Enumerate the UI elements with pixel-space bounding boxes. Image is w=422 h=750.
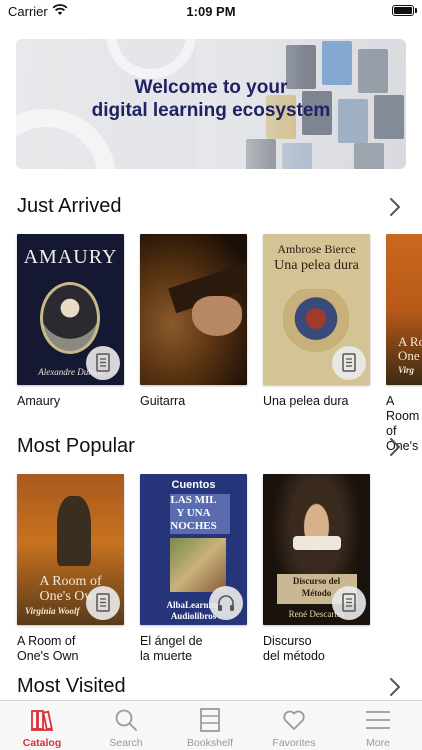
cover-author: Virginia Woolf <box>25 606 80 616</box>
cover-title-3: NOCHES <box>170 520 217 532</box>
book-cover[interactable]: A Room of One's Own Virginia Woolf <box>17 474 124 625</box>
tab-label: Favorites <box>272 737 316 749</box>
book-title-line-2: la muerte <box>140 649 193 663</box>
book-title-line-1: Discurso <box>263 634 312 648</box>
heart-icon <box>283 710 305 730</box>
book-card[interactable]: Guitarra <box>140 234 247 409</box>
cover-title: LAS MIL <box>170 494 217 506</box>
book-cover[interactable]: Ambrose Bierce Una pelea dura <box>263 234 370 385</box>
clock: 1:09 PM <box>186 4 236 19</box>
guitar-hand <box>192 296 242 336</box>
banner-line-1: Welcome to your <box>134 77 288 98</box>
book-title: Discurso del método <box>263 634 370 664</box>
banner-line-2: digital learning ecosystem <box>91 100 331 121</box>
tab-search[interactable]: Search <box>84 701 168 750</box>
section-title-most-popular: Most Popular <box>17 435 135 457</box>
book-card[interactable]: AMAURY Alexandre Dumas Amaury <box>17 234 124 409</box>
book-card[interactable]: Cuentos LAS MIL Y UNA NOCHES AlbaLearnin… <box>140 474 247 664</box>
document-icon <box>332 586 366 620</box>
most-popular-shelf[interactable]: A Room of One's Own Virginia Woolf A Roo… <box>0 474 422 664</box>
just-arrived-shelf[interactable]: AMAURY Alexandre Dumas Amaury Guitarra A… <box>0 234 422 453</box>
book-cover[interactable] <box>140 234 247 385</box>
chevron-right-icon[interactable] <box>388 437 402 457</box>
book-title-line-2: del método <box>263 649 325 663</box>
tab-favorites[interactable]: Favorites <box>252 701 336 750</box>
cover-figure <box>57 496 91 566</box>
book-card[interactable]: A Room of One's Own Virginia Woolf A Roo… <box>17 474 124 664</box>
headphones-icon <box>209 586 243 620</box>
menu-icon <box>366 711 390 729</box>
book-title-line-1: El ángel de <box>140 634 203 648</box>
tab-label: Catalog <box>22 737 62 749</box>
document-icon <box>86 346 120 380</box>
tab-label: Bookshelf <box>186 737 234 749</box>
chevron-right-icon[interactable] <box>388 677 402 697</box>
tab-bookshelf[interactable]: Bookshelf <box>168 701 252 750</box>
tab-catalog[interactable]: Catalog <box>0 701 84 750</box>
book-title-line-1: A Room of <box>17 634 76 648</box>
battery-tip <box>415 8 417 13</box>
book-title: El ángel de la muerte <box>140 634 247 664</box>
cover-illustration <box>170 538 226 592</box>
book-title: Una pelea dura <box>263 394 349 408</box>
book-cover[interactable]: Cuentos LAS MIL Y UNA NOCHES AlbaLearnin… <box>140 474 247 625</box>
book-title: Amaury <box>17 394 61 408</box>
cover-title: Una pelea dura <box>274 258 359 273</box>
tab-bar: Catalog Search Bookshelf Favorites More <box>0 700 422 750</box>
book-title: A Room of One's Own <box>17 634 124 664</box>
battery-icon <box>392 5 414 16</box>
document-icon <box>332 346 366 380</box>
book-card[interactable]: Discurso del Método René Descartes Discu… <box>263 474 370 664</box>
book-card[interactable]: Ambrose Bierce Una pelea dura Una pelea … <box>263 234 370 409</box>
banner-decoration <box>106 39 196 79</box>
section-title-most-visited: Most Visited <box>17 675 126 697</box>
book-title-line-2: One's Own <box>17 649 79 663</box>
document-icon <box>86 586 120 620</box>
book-cover[interactable]: A Roo One Virg <box>386 234 422 385</box>
status-bar: Carrier 1:09 PM <box>0 0 422 24</box>
tab-more[interactable]: More <box>336 701 420 750</box>
chevron-right-icon[interactable] <box>388 197 402 217</box>
cover-author: Virg <box>398 365 415 375</box>
book-cover[interactable]: AMAURY Alexandre Dumas <box>17 234 124 385</box>
cover-author: Ambrose Bierce <box>277 242 356 256</box>
tab-label: More <box>366 737 390 749</box>
book-card[interactable]: A Roo One Virg A Room of One's <box>386 234 422 454</box>
welcome-banner[interactable]: Welcome to your digital learning ecosyst… <box>16 39 406 169</box>
books-icon <box>31 710 53 731</box>
cover-header: Cuentos <box>171 479 216 491</box>
cover-subtitle: One <box>398 348 420 363</box>
book-cover[interactable]: Discurso del Método René Descartes <box>263 474 370 625</box>
section-title-just-arrived: Just Arrived <box>17 195 122 217</box>
cover-title: Discurso del <box>292 576 341 586</box>
cover-collar <box>293 536 341 550</box>
tab-label: Search <box>109 737 143 749</box>
search-icon <box>115 709 137 731</box>
banner-title: Welcome to your digital learning ecosyst… <box>76 76 346 122</box>
cover-title: AMAURY <box>23 246 118 268</box>
cover-title-2: Y UNA <box>176 507 211 519</box>
cover-portrait <box>40 282 100 354</box>
bookshelf-icon <box>200 708 220 732</box>
book-title: Guitarra <box>140 394 186 408</box>
